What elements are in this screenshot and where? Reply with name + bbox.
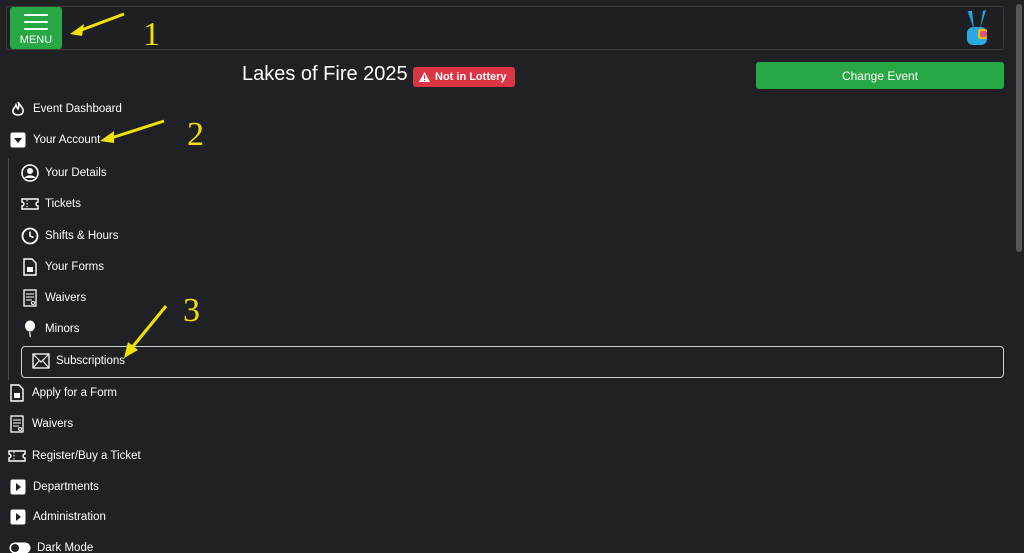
peace-hand-logo-icon[interactable]	[962, 7, 992, 49]
nav-subscriptions[interactable]: Subscriptions	[32, 352, 125, 370]
document-icon	[8, 384, 26, 402]
annotation-arrow-3	[124, 305, 168, 358]
nav-label: Apply for a Form	[32, 387, 117, 399]
nav-departments[interactable]: Departments	[9, 478, 99, 496]
nav-administration[interactable]: Administration	[9, 508, 106, 526]
nav-shifts-hours[interactable]: Shifts & Hours	[21, 227, 119, 245]
nav-your-details[interactable]: Your Details	[21, 164, 107, 182]
change-event-button[interactable]: Change Event	[756, 62, 1004, 89]
envelope-icon	[32, 352, 50, 370]
nav-dark-mode[interactable]: Dark Mode	[9, 539, 93, 553]
nav-apply-form[interactable]: Apply for a Form	[8, 384, 117, 402]
nav-label: Subscriptions	[56, 355, 126, 367]
annotation-number-3: 3	[183, 292, 200, 329]
hamburger-icon	[24, 14, 48, 35]
annotation-arrow-2	[100, 119, 165, 143]
annotation-arrow-1	[70, 12, 125, 36]
nav-waivers-sub[interactable]: Waivers	[21, 289, 86, 307]
balloon-icon	[21, 320, 39, 338]
nav-waivers[interactable]: Waivers	[8, 415, 73, 433]
receipt-icon	[8, 415, 26, 433]
page: MENU 1 Lakes of Fire 2025 Not in Lottery…	[0, 0, 1024, 553]
clock-icon	[21, 227, 39, 245]
nav-your-forms[interactable]: Your Forms	[21, 258, 104, 276]
annotation-number-2: 2	[187, 116, 204, 153]
nav-label: Your Forms	[45, 261, 105, 273]
document-icon	[21, 258, 39, 276]
toggle-icon	[9, 539, 31, 553]
nav-label: Waivers	[32, 418, 74, 430]
caret-right-icon	[9, 478, 27, 496]
nav-label: Administration	[33, 511, 106, 523]
nav-label: Minors	[45, 323, 80, 335]
nav-minors[interactable]: Minors	[21, 320, 80, 338]
nav-register-ticket[interactable]: Register/Buy a Ticket	[8, 447, 141, 465]
nav-label: Shifts & Hours	[45, 230, 119, 242]
caret-down-icon	[9, 131, 27, 149]
event-title: Lakes of Fire 2025	[242, 63, 408, 85]
nav-label: Dark Mode	[37, 542, 94, 553]
ticket-icon	[8, 447, 26, 465]
caret-right-icon	[9, 508, 27, 526]
lottery-status-badge: Not in Lottery	[413, 67, 515, 87]
nav-label: Event Dashboard	[33, 103, 122, 115]
annotation-number-1: 1	[143, 16, 160, 53]
nav-your-account[interactable]: Your Account	[9, 131, 100, 149]
user-circle-icon	[21, 164, 39, 182]
ticket-icon	[21, 195, 39, 213]
nav-tickets[interactable]: Tickets	[21, 195, 81, 213]
scrollbar[interactable]	[1016, 4, 1022, 252]
nav-event-dashboard[interactable]: Event Dashboard	[9, 100, 122, 118]
nav-label: Tickets	[45, 198, 81, 210]
warning-icon	[419, 72, 430, 82]
nav-label: Your Account	[33, 134, 101, 146]
flame-icon	[9, 100, 27, 118]
menu-label: MENU	[19, 34, 53, 46]
nav-label: Your Details	[45, 167, 107, 179]
nav-label: Departments	[33, 481, 99, 493]
nav-label: Register/Buy a Ticket	[32, 450, 141, 462]
menu-button[interactable]: MENU	[10, 7, 62, 49]
badge-label: Not in Lottery	[435, 71, 507, 83]
subnav-divider	[8, 158, 9, 380]
receipt-icon	[21, 289, 39, 307]
nav-label: Waivers	[45, 292, 87, 304]
